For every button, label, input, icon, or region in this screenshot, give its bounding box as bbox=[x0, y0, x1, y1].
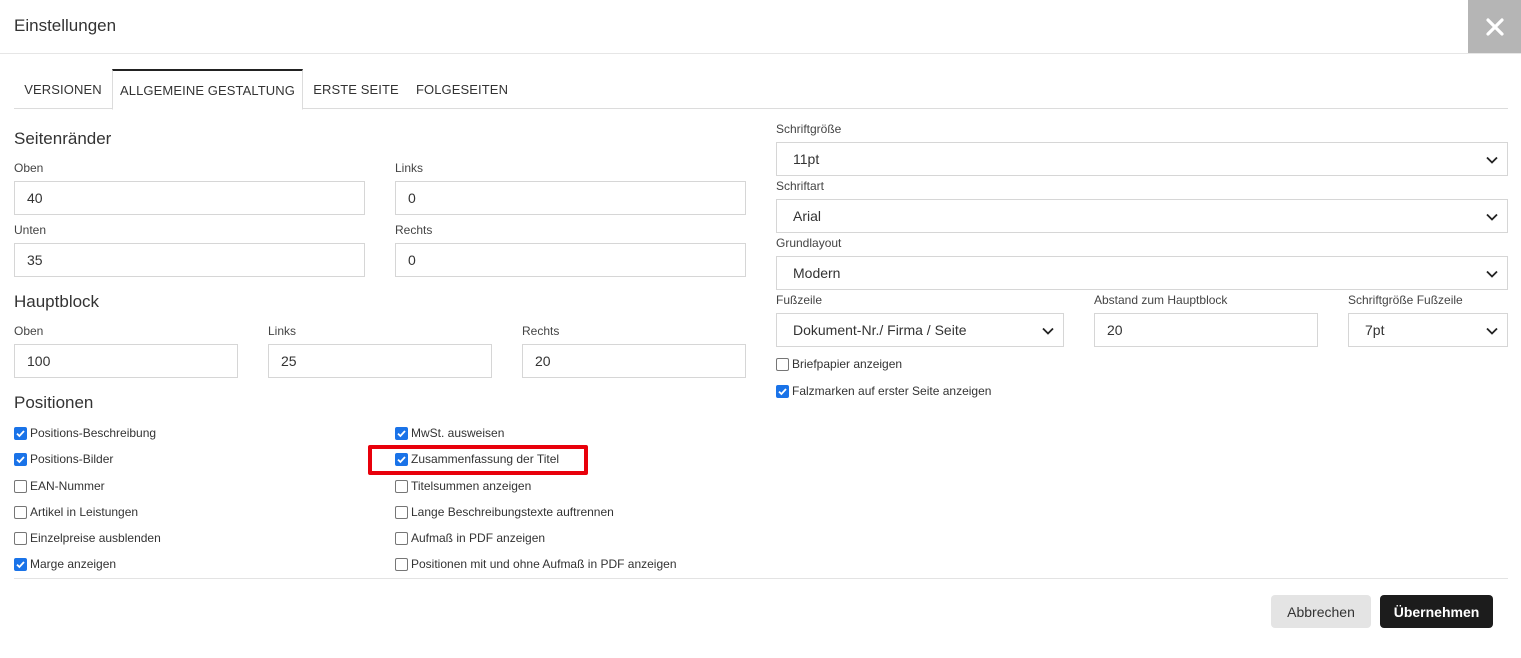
label-hauptblock-rechts: Rechts bbox=[522, 324, 560, 338]
checkbox-label: Positions-Beschreibung bbox=[30, 426, 157, 440]
checkbox-label: Titelsummen anzeigen bbox=[411, 479, 532, 493]
checkbox-label: MwSt. ausweisen bbox=[411, 426, 505, 440]
close-button[interactable] bbox=[1468, 0, 1521, 53]
checkbox-label: Briefpapier anzeigen bbox=[792, 357, 903, 371]
checkbox-row-positionen-mit-ohne-aufmass[interactable]: Positionen mit und ohne Aufmaß in PDF an… bbox=[395, 557, 677, 571]
checkbox[interactable] bbox=[14, 426, 27, 440]
checkbox[interactable] bbox=[14, 557, 27, 571]
checkbox-row-lange-beschreibungstexte[interactable]: Lange Beschreibungstexte auftrennen bbox=[395, 505, 614, 519]
checkbox-row-mwst-ausweisen[interactable]: MwSt. ausweisen bbox=[395, 426, 504, 440]
dialog-title: Einstellungen bbox=[14, 16, 117, 35]
checkbox-row-artikel-in-leistungen[interactable]: Artikel in Leistungen bbox=[14, 505, 138, 519]
select-fusszeile[interactable]: Dokument-Nr./ Firma / Seite bbox=[776, 313, 1064, 347]
dialog-header: Einstellungen bbox=[0, 0, 1521, 54]
select-value: Dokument-Nr./ Firma / Seite bbox=[793, 322, 967, 338]
check-icon bbox=[16, 455, 25, 463]
chevron-down-icon bbox=[1486, 156, 1498, 164]
checkbox-row-positions-beschreibung[interactable]: Positions-Beschreibung bbox=[14, 426, 156, 440]
input-hauptblock-oben[interactable] bbox=[14, 344, 238, 378]
select-schriftgroesse[interactable]: 11pt bbox=[776, 142, 1508, 176]
checkbox-row-titelsummen-anzeigen[interactable]: Titelsummen anzeigen bbox=[395, 479, 531, 493]
checkbox[interactable] bbox=[14, 452, 27, 466]
checkbox-label: Positionen mit und ohne Aufmaß in PDF an… bbox=[411, 557, 677, 571]
input-hauptblock-rechts[interactable] bbox=[522, 344, 746, 378]
label-fusszeile: Fußzeile bbox=[776, 293, 823, 307]
tab-bar: VERSIONEN ALLGEMEINE GESTALTUNG ERSTE SE… bbox=[14, 69, 1508, 110]
chevron-down-icon bbox=[1486, 270, 1498, 278]
input-seitenraender-oben[interactable] bbox=[14, 181, 365, 215]
label-hauptblock-links: Links bbox=[268, 324, 297, 338]
select-grundlayout[interactable]: Modern bbox=[776, 256, 1508, 290]
select-value: Modern bbox=[793, 265, 841, 281]
cancel-button[interactable]: Abbrechen bbox=[1271, 595, 1371, 628]
input-seitenraender-rechts[interactable] bbox=[395, 243, 746, 277]
input-hauptblock-links[interactable] bbox=[268, 344, 492, 378]
checkbox[interactable] bbox=[14, 531, 27, 545]
checkbox-label: Zusammenfassung der Titel bbox=[411, 452, 560, 466]
select-schriftart[interactable]: Arial bbox=[776, 199, 1508, 233]
checkbox-label: Artikel in Leistungen bbox=[30, 505, 139, 519]
label-seitenraender-oben: Oben bbox=[14, 161, 44, 175]
checkbox-row-falzmarken[interactable]: Falzmarken auf erster Seite anzeigen bbox=[776, 384, 991, 398]
footer-divider bbox=[14, 578, 1508, 579]
section-title-seitenraender: Seitenränder bbox=[14, 129, 112, 148]
label-grundlayout: Grundlayout bbox=[776, 236, 842, 250]
input-seitenraender-unten[interactable] bbox=[14, 243, 365, 277]
input-seitenraender-links[interactable] bbox=[395, 181, 746, 215]
checkbox-label: Marge anzeigen bbox=[30, 557, 117, 571]
select-value: 7pt bbox=[1365, 322, 1385, 338]
checkbox-label: EAN-Nummer bbox=[30, 479, 105, 493]
label-schriftgroesse-fusszeile: Schriftgröße Fußzeile bbox=[1348, 293, 1463, 307]
checkbox-row-einzelpreise-ausblenden[interactable]: Einzelpreise ausblenden bbox=[14, 531, 161, 545]
close-icon bbox=[1485, 17, 1504, 36]
checkbox[interactable] bbox=[395, 426, 408, 440]
tab-folgeseiten[interactable]: FOLGESEITEN bbox=[409, 69, 515, 109]
check-icon bbox=[16, 429, 25, 437]
label-schriftgroesse: Schriftgröße bbox=[776, 122, 842, 136]
checkbox-row-aufmass-in-pdf[interactable]: Aufmaß in PDF anzeigen bbox=[395, 531, 545, 545]
check-icon bbox=[778, 387, 787, 395]
checkbox[interactable] bbox=[395, 531, 408, 545]
tab-versionen[interactable]: VERSIONEN bbox=[14, 69, 112, 109]
check-icon bbox=[16, 560, 25, 568]
checkbox[interactable] bbox=[395, 505, 408, 519]
section-title-positionen: Positionen bbox=[14, 393, 94, 412]
tab-allgemeine-gestaltung[interactable]: ALLGEMEINE GESTALTUNG bbox=[112, 69, 303, 110]
checkbox-row-zusammenfassung-der-titel[interactable]: Zusammenfassung der Titel bbox=[395, 452, 559, 466]
label-seitenraender-links: Links bbox=[395, 161, 424, 175]
label-abstand-hauptblock: Abstand zum Hauptblock bbox=[1094, 293, 1228, 307]
label-seitenraender-rechts: Rechts bbox=[395, 223, 433, 237]
checkbox-label: Falzmarken auf erster Seite anzeigen bbox=[792, 384, 992, 398]
checkbox[interactable] bbox=[776, 357, 789, 371]
tab-erste-seite[interactable]: ERSTE SEITE bbox=[303, 69, 409, 109]
checkbox[interactable] bbox=[395, 452, 408, 466]
chevron-down-icon bbox=[1486, 327, 1498, 335]
checkbox[interactable] bbox=[14, 505, 27, 519]
checkbox-row-positions-bilder[interactable]: Positions-Bilder bbox=[14, 452, 113, 466]
check-icon bbox=[397, 455, 406, 463]
check-icon bbox=[397, 429, 406, 437]
section-title-hauptblock: Hauptblock bbox=[14, 292, 100, 311]
checkbox[interactable] bbox=[14, 479, 27, 493]
chevron-down-icon bbox=[1486, 213, 1498, 221]
checkbox[interactable] bbox=[776, 384, 789, 398]
input-abstand-hauptblock[interactable] bbox=[1094, 313, 1318, 347]
checkbox-row-marge-anzeigen[interactable]: Marge anzeigen bbox=[14, 557, 116, 571]
checkbox-label: Lange Beschreibungstexte auftrennen bbox=[411, 505, 614, 519]
chevron-down-icon bbox=[1042, 327, 1054, 335]
apply-button[interactable]: Übernehmen bbox=[1380, 595, 1493, 628]
select-value: 11pt bbox=[793, 151, 820, 167]
select-schriftgroesse-fusszeile[interactable]: 7pt bbox=[1348, 313, 1508, 347]
label-seitenraender-unten: Unten bbox=[14, 223, 47, 237]
label-schriftart: Schriftart bbox=[776, 179, 825, 193]
checkbox[interactable] bbox=[395, 557, 408, 571]
checkbox-row-briefpapier[interactable]: Briefpapier anzeigen bbox=[776, 357, 902, 371]
checkbox-label: Aufmaß in PDF anzeigen bbox=[411, 531, 546, 545]
checkbox-row-ean-nummer[interactable]: EAN-Nummer bbox=[14, 479, 105, 493]
select-value: Arial bbox=[793, 208, 822, 224]
label-hauptblock-oben: Oben bbox=[14, 324, 44, 338]
checkbox-label: Einzelpreise ausblenden bbox=[30, 531, 161, 545]
checkbox-label: Positions-Bilder bbox=[30, 452, 114, 466]
checkbox[interactable] bbox=[395, 479, 408, 493]
